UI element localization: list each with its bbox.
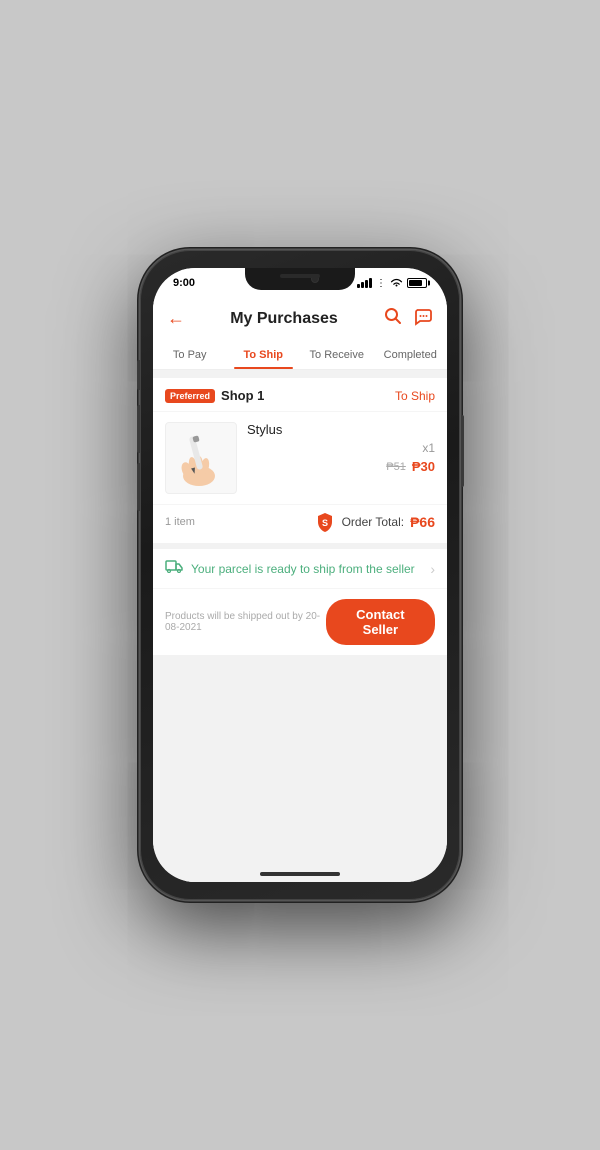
shopee-shield-icon: S — [314, 511, 336, 533]
tab-to-ship[interactable]: To Ship — [227, 339, 301, 369]
side-button-vol-up — [137, 405, 140, 453]
ship-date-text: Products will be shipped out by 20-08-20… — [165, 611, 326, 633]
items-count: 1 item — [165, 516, 195, 528]
tab-bar: To Pay To Ship To Receive Completed — [153, 339, 447, 370]
order-total-label: Order Total: — [342, 515, 404, 529]
product-row: Stylus x1 ₱51 ₱30 — [153, 412, 447, 504]
back-button[interactable]: ← — [167, 308, 185, 329]
total-right: S Order Total: ₱66 — [314, 511, 435, 533]
tab-to-receive[interactable]: To Receive — [300, 339, 374, 369]
home-indicator — [260, 872, 340, 876]
status-time: 9:00 — [173, 277, 195, 289]
tab-completed[interactable]: Completed — [374, 339, 448, 369]
truck-icon — [165, 559, 183, 578]
speaker — [280, 274, 320, 278]
contact-seller-button[interactable]: Contact Seller — [326, 599, 435, 645]
svg-text:S: S — [322, 518, 328, 528]
product-quantity: x1 — [247, 441, 435, 455]
price-sale: ₱30 — [412, 459, 435, 474]
empty-content — [153, 655, 447, 882]
phone-screen: 9:00 ⋮︎ — [153, 268, 447, 882]
shop-status: To Ship — [395, 389, 435, 403]
shipping-notification[interactable]: Your parcel is ready to ship from the se… — [153, 543, 447, 588]
page-header: ← My Purchases — [153, 296, 447, 339]
notch — [245, 268, 355, 290]
shop-left: Preferred Shop 1 — [165, 388, 264, 403]
app-content: ← My Purchases — [153, 296, 447, 882]
shop-name: Shop 1 — [221, 388, 264, 403]
shop-header: Preferred Shop 1 To Ship — [153, 378, 447, 412]
shipping-message: Your parcel is ready to ship from the se… — [191, 562, 415, 576]
side-button-vol-down — [137, 463, 140, 511]
wifi-icon — [390, 278, 403, 288]
price-original: ₱51 — [386, 461, 406, 473]
product-prices: ₱51 ₱30 — [247, 459, 435, 474]
product-image — [165, 422, 237, 494]
side-button-silent — [137, 360, 140, 390]
battery-icon — [407, 278, 427, 288]
signal-icon — [357, 278, 372, 288]
chat-icon[interactable] — [413, 306, 433, 331]
search-icon[interactable] — [383, 306, 403, 331]
page-title: My Purchases — [230, 310, 338, 328]
chevron-right-icon: › — [430, 561, 435, 577]
order-total-row: 1 item S Order Total: ₱66 — [153, 504, 447, 543]
actions-row: Products will be shipped out by 20-08-20… — [153, 588, 447, 655]
order-card: Preferred Shop 1 To Ship — [153, 378, 447, 543]
tab-to-pay[interactable]: To Pay — [153, 339, 227, 369]
phone-shell: 9:00 ⋮︎ — [140, 250, 460, 900]
side-button-power — [461, 415, 464, 487]
status-icons: ⋮︎ — [357, 278, 427, 289]
product-info: Stylus x1 ₱51 ₱30 — [247, 422, 435, 474]
product-name: Stylus — [247, 422, 435, 437]
shipping-left: Your parcel is ready to ship from the se… — [165, 559, 415, 578]
header-actions — [383, 306, 433, 331]
preferred-badge: Preferred — [165, 389, 215, 403]
wifi-icon: ⋮︎ — [376, 278, 386, 289]
order-total-amount: ₱66 — [410, 514, 435, 530]
